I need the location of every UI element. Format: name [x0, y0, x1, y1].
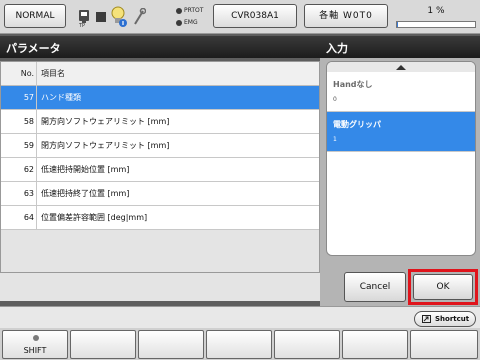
shift-key[interactable]: SHIFT: [2, 330, 68, 359]
lightbulb-icon: [111, 6, 127, 27]
function-key-bar: SHIFT: [0, 328, 480, 360]
cancel-button[interactable]: Cancel: [344, 272, 406, 302]
row-number: 58: [1, 110, 37, 134]
option-value: 1: [333, 136, 337, 143]
table-row[interactable]: 57 ハンド種類: [1, 86, 319, 110]
scroll-up-button[interactable]: [327, 62, 475, 72]
param-table: No. 項目名 57 ハンド種類 58 開方向ソフトウェアリミット [mm] 5…: [0, 61, 320, 273]
option-label: Handなし: [333, 80, 373, 89]
option-list[interactable]: Handなし 0 電動グリッパ 1: [326, 61, 476, 256]
function-key-5[interactable]: [274, 330, 340, 359]
table-row[interactable]: 62 低速把持開始位置 [mm]: [1, 158, 319, 182]
row-name: 閉方向ソフトウェアリミット [mm]: [41, 141, 170, 150]
mode-button[interactable]: NORMAL: [4, 4, 66, 28]
speed-override-label: 1 %: [427, 6, 445, 16]
status-bar: NORMAL TP PRTOT EMG CVR038A1 各軸 W0T0 1 %: [0, 0, 480, 34]
ok-button[interactable]: OK: [413, 274, 473, 300]
function-key-2[interactable]: [70, 330, 136, 359]
option-item[interactable]: 電動グリッパ 1: [327, 112, 475, 152]
row-number: 64: [1, 206, 37, 230]
param-panel-header: パラメータ: [0, 36, 320, 58]
function-key-6[interactable]: [342, 330, 408, 359]
program-file-button[interactable]: CVR038A1: [213, 4, 297, 28]
row-name: 低速把持終了位置 [mm]: [41, 189, 130, 198]
column-header-name: 項目名: [41, 69, 65, 78]
prtot-lamp-icon: [176, 8, 182, 14]
wrench-icon: [134, 8, 146, 25]
row-name: 位置偏差許容範囲 [deg|mm]: [41, 213, 148, 222]
function-key-7[interactable]: [410, 330, 478, 359]
row-number: 57: [1, 86, 37, 110]
shift-label: SHIFT: [23, 346, 47, 355]
column-header-no: No.: [1, 62, 37, 86]
stop-status-icon: [96, 12, 106, 22]
shortcut-button[interactable]: Shortcut: [414, 311, 476, 327]
emg-lamp-icon: [176, 20, 182, 26]
shift-indicator-icon: [33, 335, 39, 341]
option-value: 0: [333, 96, 337, 103]
shortcut-label: Shortcut: [435, 315, 470, 323]
function-key-3[interactable]: [138, 330, 204, 359]
shortcut-strip: Shortcut: [0, 306, 480, 328]
speed-override-fill: [397, 22, 398, 27]
input-panel: 入力 Handなし 0 電動グリッパ 1 Cancel OK: [320, 36, 480, 306]
table-row[interactable]: 59 閉方向ソフトウェアリミット [mm]: [1, 134, 319, 158]
row-name: ハンド種類: [41, 93, 81, 102]
page-title: パラメータ: [6, 42, 61, 55]
speed-override-bar[interactable]: [396, 21, 476, 28]
tp-label: TP: [79, 23, 86, 29]
row-number: 62: [1, 158, 37, 182]
row-name: 開方向ソフトウェアリミット [mm]: [41, 117, 170, 126]
table-row[interactable]: 64 位置偏差許容範囲 [deg|mm]: [1, 206, 319, 230]
chevron-up-icon: [396, 65, 406, 70]
emg-label: EMG: [184, 19, 198, 26]
teach-pendant-icon: [79, 10, 89, 23]
row-name: 低速把持開始位置 [mm]: [41, 165, 130, 174]
table-row[interactable]: 63 低速把持終了位置 [mm]: [1, 182, 319, 206]
param-panel-footer: [0, 273, 320, 301]
axis-mode-button[interactable]: 各軸 W0T0: [304, 4, 388, 28]
row-number: 63: [1, 182, 37, 206]
shortcut-icon: [422, 315, 431, 323]
option-item[interactable]: Handなし 0: [327, 72, 475, 112]
ok-highlight-frame: OK: [408, 269, 478, 305]
option-label: 電動グリッパ: [333, 120, 381, 129]
input-panel-title: 入力: [326, 42, 348, 55]
table-header: No. 項目名: [1, 62, 319, 86]
function-key-4[interactable]: [206, 330, 272, 359]
table-row[interactable]: 58 開方向ソフトウェアリミット [mm]: [1, 110, 319, 134]
input-panel-header: 入力: [320, 36, 480, 58]
table-empty-area: [1, 230, 319, 272]
prtot-label: PRTOT: [184, 7, 204, 14]
row-number: 59: [1, 134, 37, 158]
